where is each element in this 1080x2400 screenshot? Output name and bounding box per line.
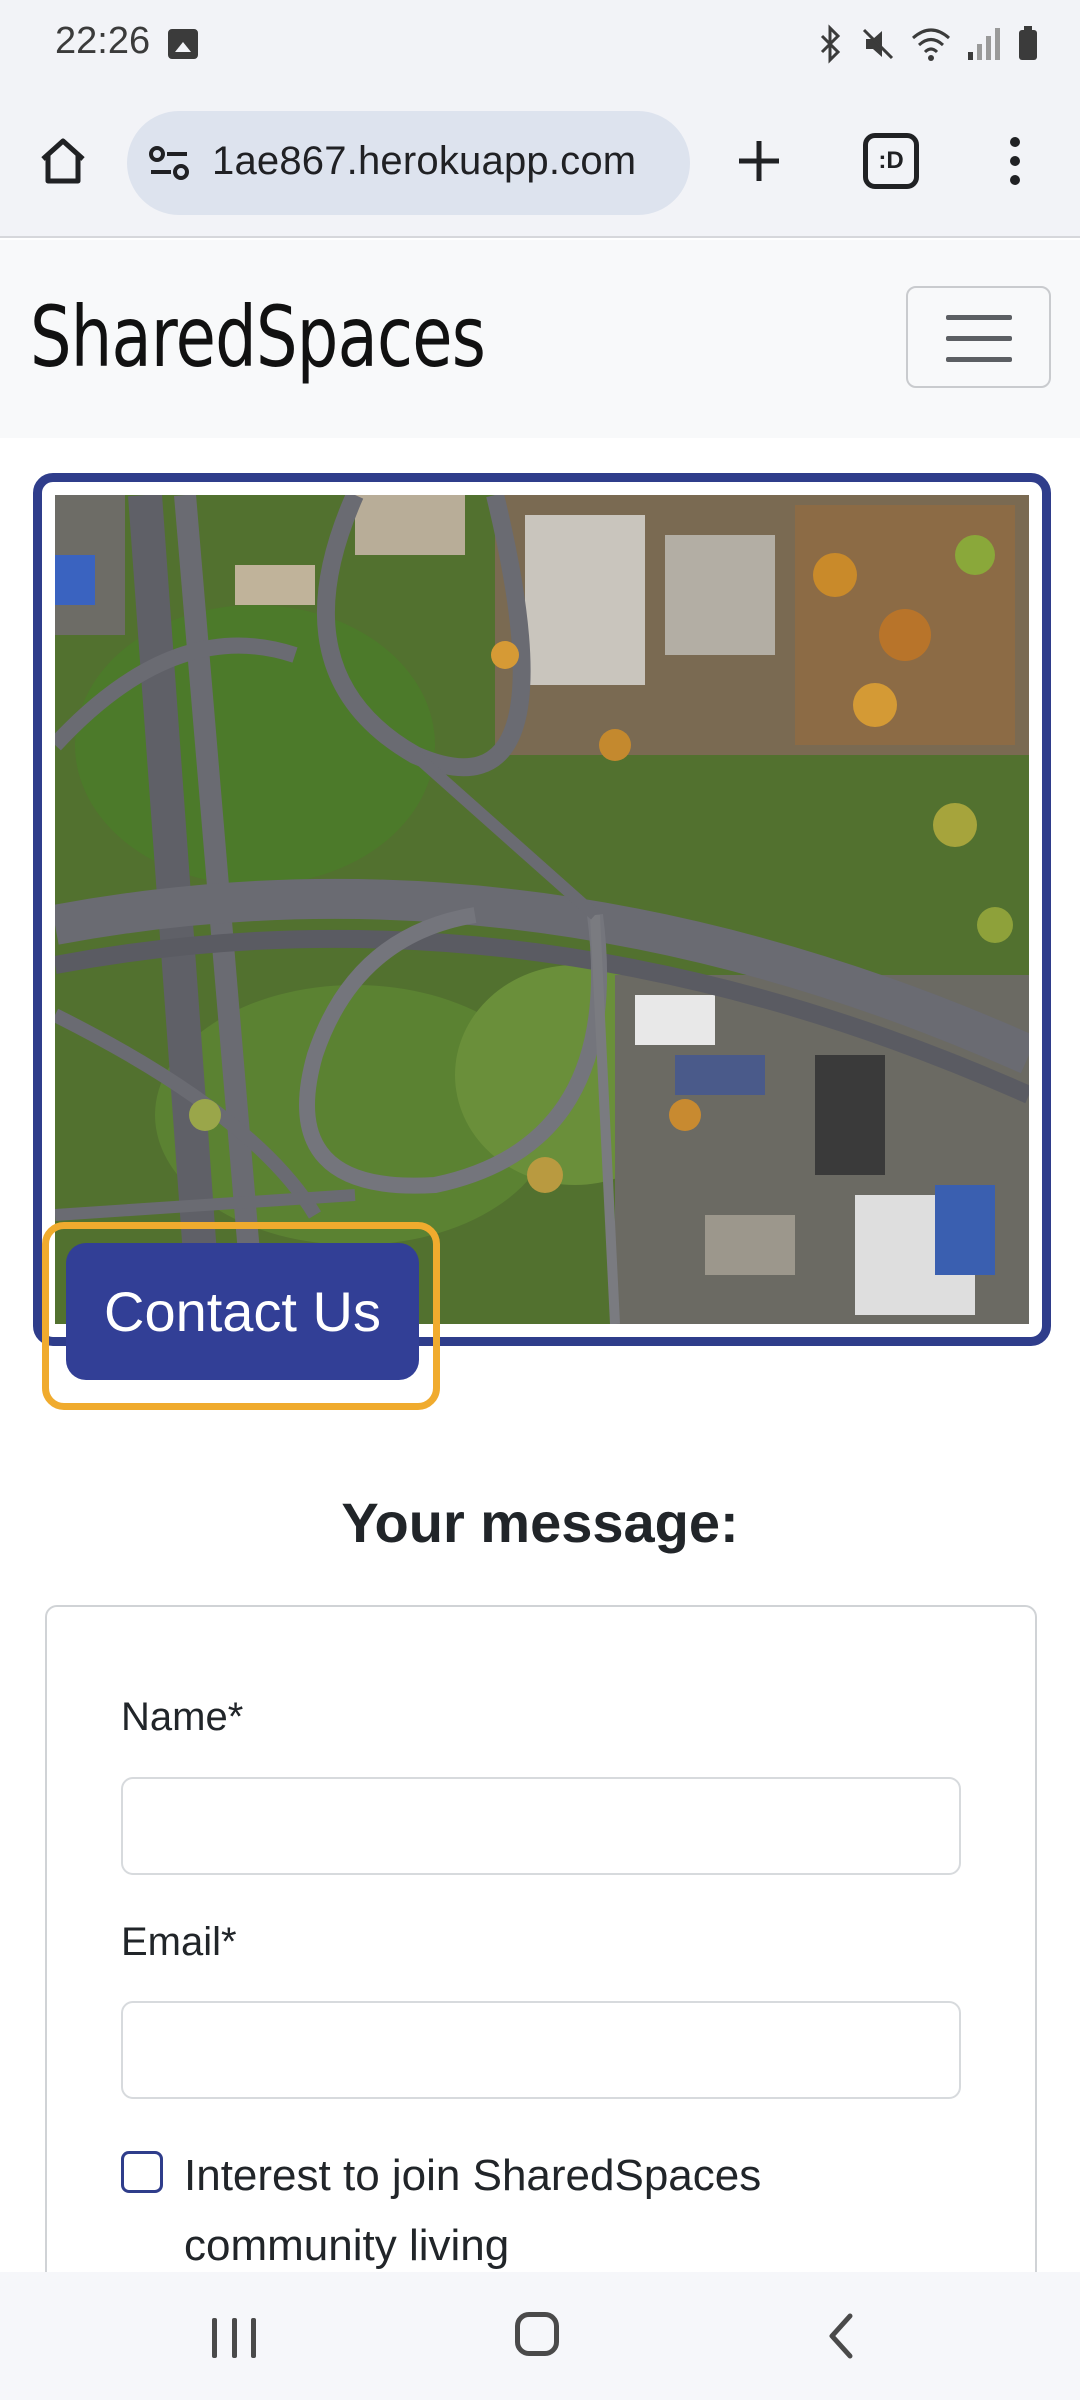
status-icons [816,24,1040,73]
navbar-toggler-button[interactable] [906,286,1051,388]
new-tab-button[interactable] [726,128,792,194]
site-settings-icon[interactable] [147,141,191,185]
brand-logo[interactable]: SharedSpaces [30,288,486,386]
site-navbar: SharedSpaces [0,240,1080,438]
more-vert-icon [1010,137,1020,185]
back-icon[interactable] [822,2312,862,2360]
home-button[interactable] [30,128,96,194]
bluetooth-icon [816,24,846,73]
more-menu-button[interactable] [990,128,1040,194]
email-label: Email* [121,1920,237,1964]
image-notification-icon [168,29,198,59]
community-interest-checkbox[interactable] [121,2151,163,2193]
hero-image [55,495,1029,1324]
url-text[interactable]: 1ae867.herokuapp.com [212,139,682,184]
form-heading: Your message: [341,1491,739,1554]
name-label: Name* [121,1695,244,1739]
home-icon [41,138,85,184]
email-field[interactable] [121,2001,961,2099]
tabs-button[interactable]: :D [863,133,919,189]
address-bar[interactable]: 1ae867.herokuapp.com [127,111,690,215]
home-circle-icon[interactable] [515,2312,559,2356]
hero-frame [33,473,1051,1346]
contact-us-button[interactable]: Contact Us [66,1243,419,1380]
status-time: 22:26 [55,20,151,62]
wifi-icon [910,24,952,73]
browser-toolbar: 1ae867.herokuapp.com :D [0,88,1080,238]
mute-icon [860,24,896,73]
name-field[interactable] [121,1777,961,1875]
signal-icon [966,24,1002,73]
community-interest-label[interactable]: Interest to join SharedSpaces community … [184,2141,964,2281]
system-navigation-bar [0,2272,1080,2400]
recents-icon[interactable] [212,2318,256,2358]
tabs-icon: :D [878,147,904,174]
plus-icon [739,141,779,181]
battery-icon [1016,24,1040,73]
status-bar: 22:26 [0,0,1080,88]
